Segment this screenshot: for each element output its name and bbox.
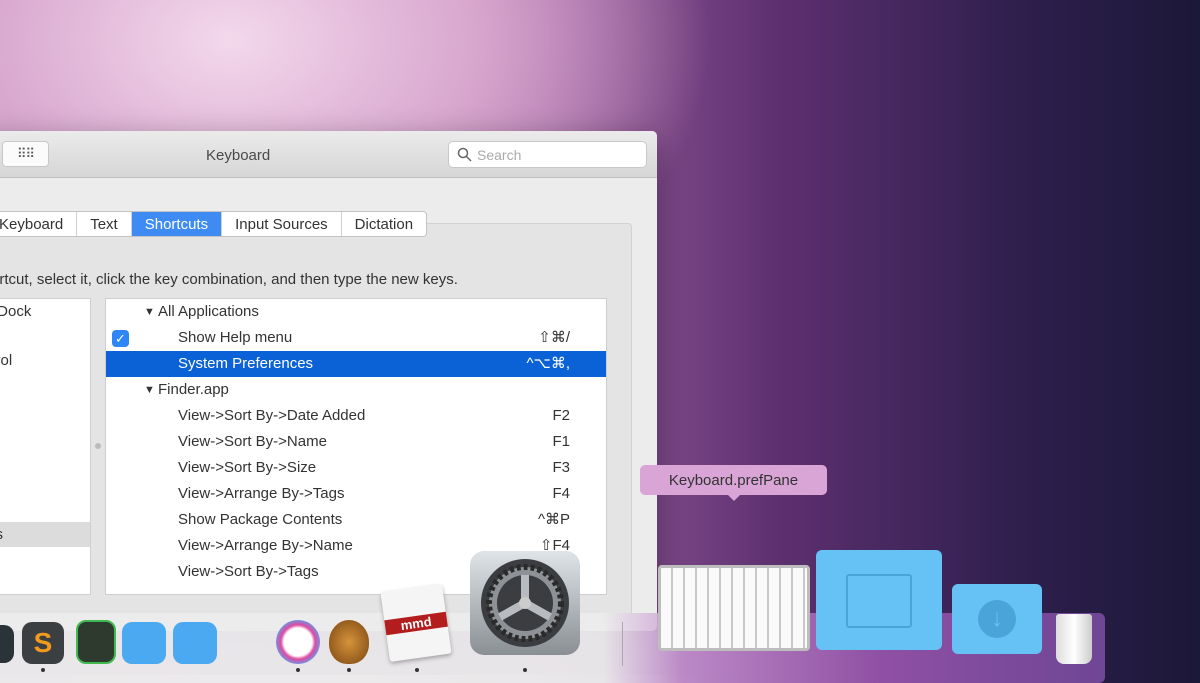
dock-separator [622,622,623,666]
tab-bar: Keyboard Text Shortcuts Input Sources Di… [0,211,428,237]
running-indicator [523,668,527,672]
group-row[interactable]: ▼ Finder.app [106,377,606,403]
category-list: & Dock ntrol es s y uts [0,298,91,595]
shortcut-row[interactable]: View->Arrange By->Tags F4 [106,481,606,507]
tab-text[interactable]: Text [77,212,132,236]
running-indicator [347,668,351,672]
acorn-icon[interactable] [329,620,369,664]
dock-app-icon[interactable] [0,625,14,663]
disclosure-triangle-icon[interactable]: ▼ [144,377,155,403]
itunes-icon[interactable] [276,620,320,664]
downloads-folder-icon[interactable]: ↓ [952,584,1042,654]
tab-dictation[interactable]: Dictation [342,212,426,236]
grid-icon: ⠿⠿ [16,146,35,161]
category-item[interactable]: & Dock [0,299,90,324]
tab-input-sources[interactable]: Input Sources [222,212,342,236]
title-bar: ⠿⠿ Keyboard Search [0,131,657,178]
shortcut-row[interactable]: View->Sort By->Name F1 [106,429,606,455]
running-indicator [415,668,419,672]
running-indicator [41,668,45,672]
category-item[interactable]: s [0,423,90,448]
group-row[interactable]: ▼ All Applications [106,299,606,325]
search-icon [457,147,472,162]
category-item[interactable]: es [0,398,90,423]
checkbox[interactable]: ✓ [112,330,129,347]
window-title: Keyboard [206,147,271,164]
shortcut-row[interactable]: ✓ Show Help menu ⇧⌘/ [106,325,606,351]
search-input[interactable]: Search [448,141,647,168]
gear-icon [481,559,569,647]
dock-tooltip: Keyboard.prefPane [640,465,827,501]
window-glyph-icon [846,574,912,628]
xcode-beta-icon[interactable] [173,622,217,664]
code-editor-icon[interactable] [76,620,116,664]
system-preferences-icon[interactable] [470,551,580,655]
split-handle[interactable] [95,443,101,449]
running-indicator [296,668,300,672]
shortcut-row[interactable]: View->Sort By->Date Added F2 [106,403,606,429]
xcode-icon[interactable] [122,622,166,664]
tab-shortcuts[interactable]: Shortcuts [131,212,223,236]
category-item[interactable]: y [0,497,90,522]
disclosure-triangle-icon[interactable]: ▼ [144,299,155,325]
shortcut-row[interactable]: View->Sort By->Size F3 [106,455,606,481]
document-label: mmd [384,611,448,636]
applications-folder-icon[interactable] [816,550,942,650]
search-placeholder: Search [477,146,522,163]
category-item[interactable]: ntrol [0,348,90,373]
sublime-text-icon[interactable]: S [22,622,64,664]
keyboard-prefpane-icon[interactable] [658,565,810,651]
text-document-icon[interactable]: mmd [380,584,452,662]
download-arrow-icon: ↓ [978,600,1016,638]
show-all-button[interactable]: ⠿⠿ [2,141,49,167]
instruction-text: ortcut, select it, click the key combina… [0,271,458,288]
shortcut-row-selected[interactable]: System Preferences ^⌥⌘, [106,351,606,377]
tab-keyboard[interactable]: Keyboard [0,212,78,236]
trash-icon[interactable] [1056,614,1092,664]
category-item-shortcuts[interactable]: uts [0,522,90,547]
shortcut-row[interactable]: Show Package Contents ^⌘P [106,507,606,533]
